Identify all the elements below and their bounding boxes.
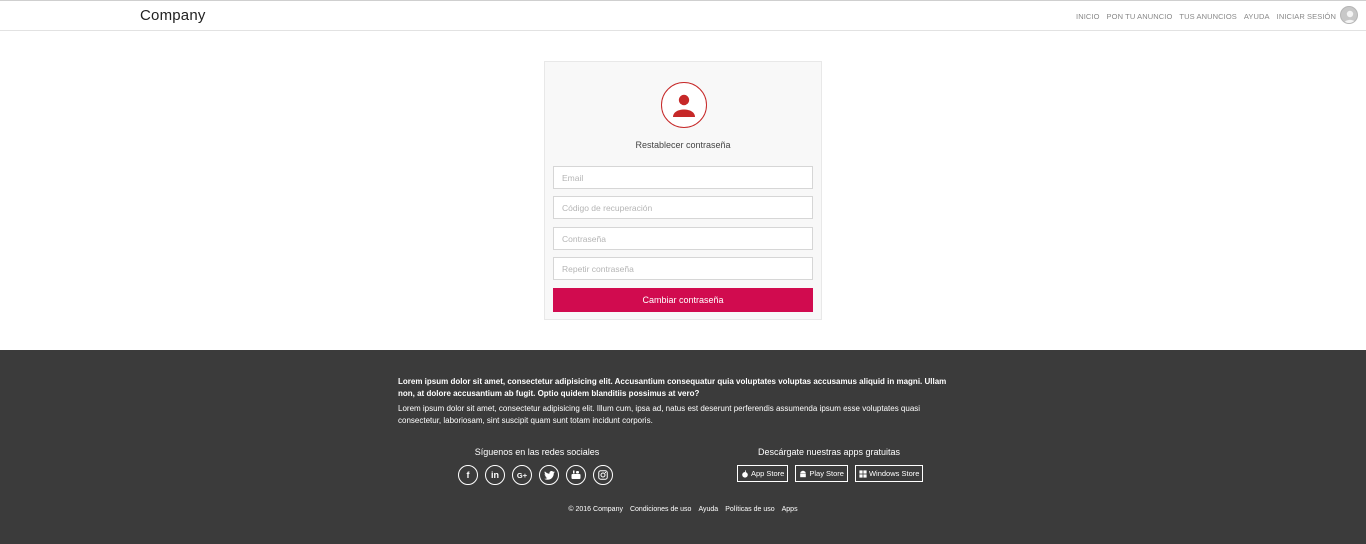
windows-icon [859, 469, 867, 478]
app-store-label: App Store [751, 469, 785, 478]
apple-icon [742, 469, 748, 478]
linkedin-icon[interactable]: in [485, 465, 505, 485]
email-field[interactable] [553, 166, 813, 189]
social-title: Síguenos en las redes sociales [474, 447, 600, 457]
change-password-button[interactable]: Cambiar contraseña [553, 288, 813, 312]
copyright-text: © 2016 Company [568, 506, 623, 513]
footer-link-apps[interactable]: Apps [782, 506, 798, 513]
play-store-button[interactable]: Play Store [795, 465, 848, 482]
app-store-links: App Store Play Store Windows Store [737, 465, 924, 482]
play-store-label: Play Store [809, 469, 844, 478]
footer-link-ayuda[interactable]: Ayuda [698, 506, 718, 513]
twitter-icon[interactable] [539, 465, 559, 485]
nav-inicio[interactable]: INICIO [1076, 12, 1100, 21]
nav-ayuda[interactable]: AYUDA [1244, 12, 1270, 21]
windows-store-button[interactable]: Windows Store [854, 465, 924, 482]
nav-iniciar-sesion[interactable]: INICIAR SESIÓN [1277, 12, 1336, 21]
user-avatar-icon[interactable] [1340, 6, 1358, 24]
android-icon [800, 470, 807, 477]
footer-lead-text: Lorem ipsum dolor sit amet, consectetur … [398, 377, 947, 398]
top-navbar: Company INICIO PON TU ANUNCIO TUS ANUNCI… [0, 0, 1366, 31]
user-icon [661, 82, 707, 128]
windows-store-label: Windows Store [868, 469, 920, 478]
nav-pon-tu-anuncio[interactable]: PON TU ANUNCIO [1107, 12, 1173, 21]
facebook-icon[interactable]: f [458, 465, 478, 485]
app-store-button[interactable]: App Store [737, 465, 789, 482]
footer-links: © 2016 Company Condiciones de uso Ayuda … [0, 506, 1366, 513]
footer-link-politicas[interactable]: Políticas de uso [725, 506, 774, 513]
brand-logo[interactable]: Company [140, 7, 206, 24]
main-nav: INICIO PON TU ANUNCIO TUS ANUNCIOS AYUDA… [1076, 12, 1336, 21]
reset-password-card: Restablecer contraseña Cambiar contraseñ… [544, 61, 822, 320]
google-plus-icon[interactable]: G+ [512, 465, 532, 485]
recovery-code-field[interactable] [553, 196, 813, 219]
youtube-icon[interactable] [566, 465, 586, 485]
footer: Lorem ipsum dolor sit amet, consectetur … [0, 350, 1366, 544]
instagram-icon[interactable] [593, 465, 613, 485]
repeat-password-field[interactable] [553, 257, 813, 280]
social-links: f in G+ [458, 465, 613, 485]
apps-title: Descárgate nuestras apps gratuitas [757, 447, 901, 457]
password-field[interactable] [553, 227, 813, 250]
footer-body-text: Lorem ipsum dolor sit amet, consectetur … [398, 404, 921, 425]
nav-tus-anuncios[interactable]: TUS ANUNCIOS [1179, 12, 1236, 21]
form-title: Restablecer contraseña [635, 140, 731, 150]
footer-link-condiciones[interactable]: Condiciones de uso [630, 506, 692, 513]
